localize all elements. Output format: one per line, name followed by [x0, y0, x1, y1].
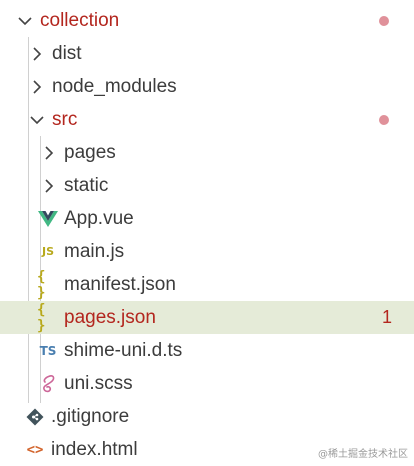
vue-icon [37, 210, 59, 228]
tree-item-label: pages [64, 142, 116, 163]
tree-item-label: uni.scss [64, 373, 133, 394]
tree-item-label: shime-uni.d.ts [64, 340, 183, 361]
tree-item-label: static [64, 175, 109, 196]
tree-item-shime-uni-d-ts[interactable]: TS shime-uni.d.ts [0, 334, 414, 367]
tree-item-label: pages.json [64, 307, 156, 328]
tree-item-label: node_modules [52, 76, 177, 97]
tree-item-manifest-json[interactable]: { } manifest.json [0, 268, 414, 301]
tree-item-app-vue[interactable]: App.vue [0, 202, 414, 235]
tree-item-label: src [52, 109, 78, 130]
js-icon: JS [41, 245, 54, 258]
watermark: @稀土掘金技术社区 [318, 449, 408, 460]
tree-item-label: manifest.json [64, 274, 176, 295]
json-icon: { } [37, 268, 47, 301]
chevron-right-icon [28, 78, 46, 96]
git-icon [24, 408, 46, 426]
html-icon: <> [26, 441, 44, 458]
scss-icon [37, 374, 59, 393]
chevron-right-icon [40, 144, 58, 162]
problem-count-badge: 1 [381, 307, 392, 327]
tree-item-static[interactable]: static [0, 169, 414, 202]
tree-item-label: main.js [64, 241, 125, 262]
tree-item-collection[interactable]: collection [0, 4, 414, 37]
tree-item-label: App.vue [64, 208, 134, 229]
chevron-down-icon [16, 12, 34, 30]
tree-item-label: dist [52, 43, 82, 64]
tree-item-pages[interactable]: pages [0, 136, 414, 169]
chevron-right-icon [40, 177, 58, 195]
chevron-down-icon [28, 111, 46, 129]
tree-item-pages-json[interactable]: { } pages.json 1 [0, 301, 414, 334]
json-icon: { } [37, 301, 47, 334]
tree-item-gitignore[interactable]: .gitignore [0, 400, 414, 433]
tree-item-uni-scss[interactable]: uni.scss [0, 367, 414, 400]
modified-dot-icon [379, 15, 389, 26]
tree-item-label: .gitignore [51, 406, 130, 427]
modified-dot-icon [379, 114, 389, 125]
tree-item-src[interactable]: src [0, 103, 414, 136]
tree-item-main-js[interactable]: JS main.js [0, 235, 414, 268]
chevron-right-icon [28, 45, 46, 63]
tree-item-node-modules[interactable]: node_modules [0, 70, 414, 103]
tree-item-label: index.html [51, 439, 138, 460]
tree-item-label: collection [40, 10, 120, 31]
ts-icon: TS [39, 343, 57, 358]
tree-item-dist[interactable]: dist [0, 37, 414, 70]
